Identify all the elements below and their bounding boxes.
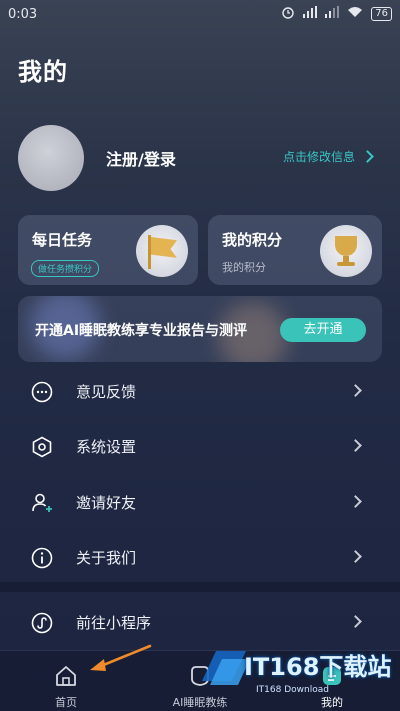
trophy-icon — [320, 225, 372, 277]
card-subtitle: 我的积分 — [222, 261, 266, 274]
tab-label: 首页 — [55, 696, 77, 709]
banner-text: 开通AI睡眠教练享专业报告与测评 — [35, 323, 248, 339]
chat-bubble-icon — [31, 381, 53, 403]
add-user-icon — [32, 493, 52, 512]
menu-label: 关于我们 — [76, 549, 137, 567]
menu-label: 系统设置 — [76, 438, 137, 456]
chevron-right-icon — [349, 550, 362, 563]
chevron-right-icon — [361, 150, 374, 163]
chevron-right-icon — [349, 439, 362, 452]
signal-icon — [303, 6, 318, 22]
signal-icon — [325, 6, 340, 22]
hexagon-settings-icon — [32, 436, 52, 458]
my-points-card[interactable]: 我的积分 我的积分 — [208, 215, 382, 285]
flag-icon — [136, 225, 188, 277]
open-subscription-button[interactable]: 去开通 — [280, 318, 366, 342]
edit-profile-link[interactable]: 点击修改信息 — [282, 148, 374, 165]
chevron-right-icon — [349, 615, 362, 628]
wifi-icon — [347, 6, 363, 22]
menu-label: 意见反馈 — [76, 383, 137, 401]
menu-item-settings[interactable]: 系统设置 — [0, 421, 400, 473]
menu-item-about[interactable]: 关于我们 — [0, 532, 400, 584]
watermark-subtitle: IT168 Download — [256, 685, 329, 695]
daily-tasks-card[interactable]: 每日任务 做任务攒积分 — [18, 215, 198, 285]
home-icon — [56, 666, 76, 686]
menu-item-feedback[interactable]: 意见反馈 — [0, 366, 400, 418]
chevron-right-icon — [349, 384, 362, 397]
card-title: 我的积分 — [222, 231, 283, 249]
battery-indicator: 76 — [371, 7, 392, 21]
alarm-icon — [281, 5, 295, 23]
chevron-right-icon — [349, 495, 362, 508]
menu-label: 前往小程序 — [76, 614, 152, 632]
menu-item-invite[interactable]: 邀请好友 — [0, 477, 400, 529]
mini-program-icon — [31, 612, 53, 634]
watermark: IT168下载站 IT168 Download — [196, 635, 396, 711]
status-bar: 0:03 76 — [0, 0, 400, 28]
info-icon — [31, 547, 53, 569]
card-tag: 做任务攒积分 — [31, 260, 100, 277]
status-time: 0:03 — [8, 6, 38, 22]
edit-profile-label: 点击修改信息 — [282, 150, 355, 164]
avatar[interactable] — [18, 125, 84, 191]
menu-label: 邀请好友 — [76, 494, 137, 512]
card-title: 每日任务 — [32, 231, 93, 249]
ai-coach-banner[interactable]: 开通AI睡眠教练享专业报告与测评 去开通 — [18, 296, 382, 362]
annotation-arrow-icon — [90, 644, 152, 671]
watermark-brand: IT168下载站 — [244, 653, 392, 681]
profile-row[interactable]: 注册/登录 点击修改信息 — [18, 124, 382, 192]
status-icons: 76 — [281, 5, 392, 23]
section-divider — [0, 582, 400, 592]
page-title: 我的 — [18, 58, 68, 86]
login-link[interactable]: 注册/登录 — [106, 146, 176, 170]
